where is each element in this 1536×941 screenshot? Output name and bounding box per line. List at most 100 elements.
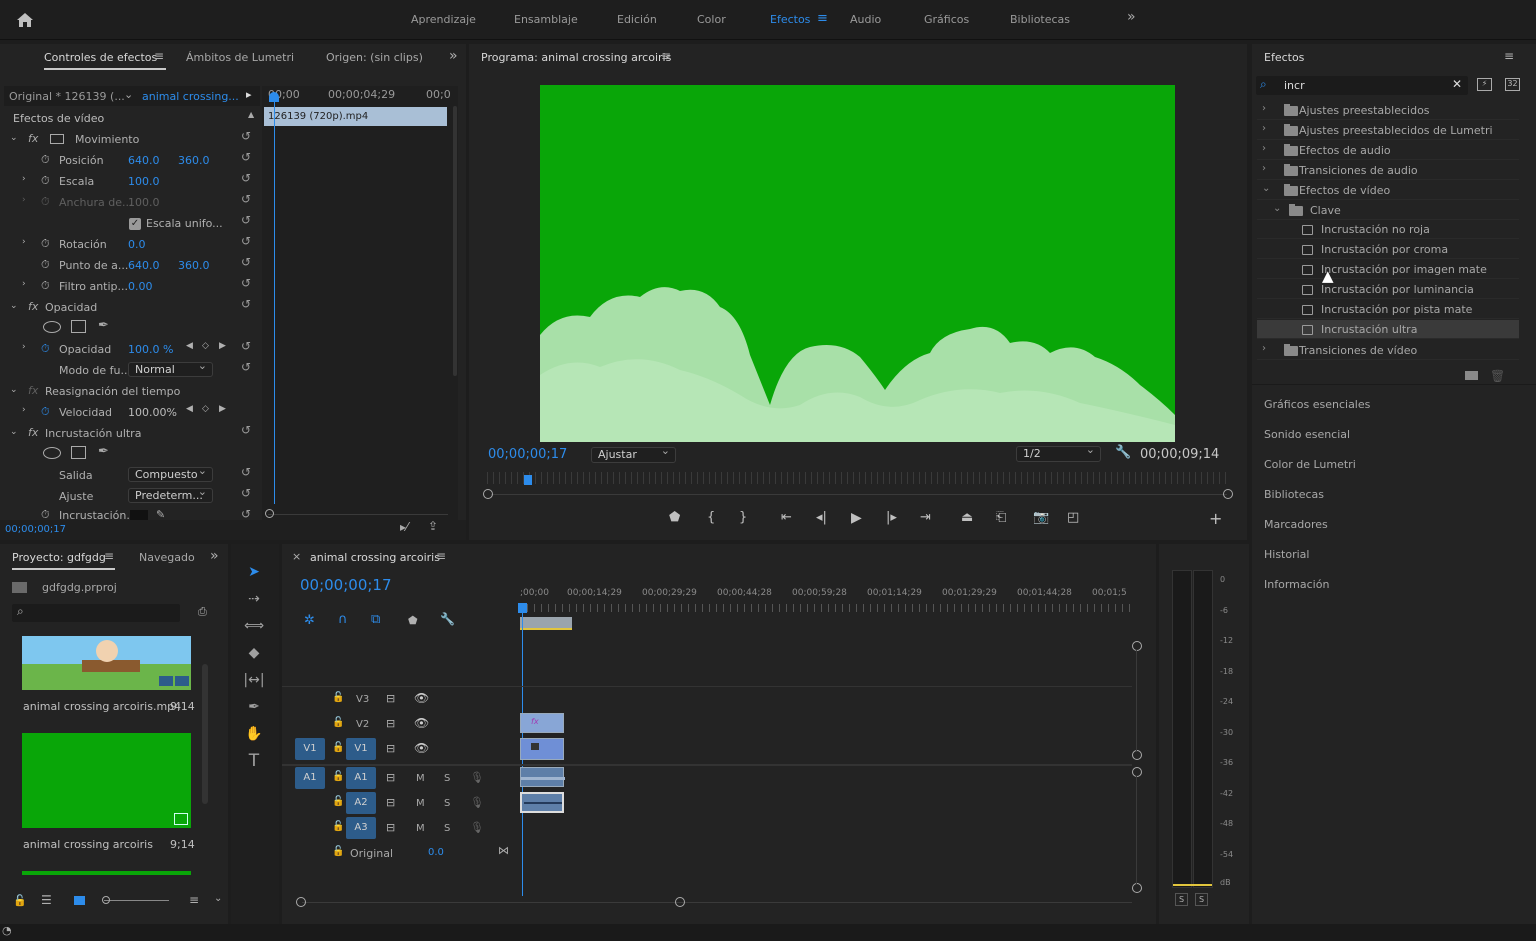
transform-icon[interactable]: [50, 134, 64, 144]
workspace-bibliotecas[interactable]: Bibliotecas: [1010, 13, 1070, 26]
chevron-down-icon[interactable]: ⌄: [214, 893, 222, 904]
step-back-icon[interactable]: ◂|: [816, 510, 827, 525]
vscroll-track[interactable]: [1136, 776, 1137, 884]
expand-chevron-icon[interactable]: ›: [22, 342, 26, 352]
reset-icon[interactable]: ↺: [241, 129, 251, 143]
filter-icon[interactable]: ▸⁄: [400, 520, 408, 534]
reset-icon[interactable]: ↺: [241, 234, 251, 248]
add-marker-icon[interactable]: ⬟: [408, 614, 418, 627]
close-icon[interactable]: ×: [292, 550, 301, 563]
pen-tool-icon[interactable]: ✒: [240, 695, 268, 719]
step-forward-icon[interactable]: |▸: [886, 510, 897, 525]
vscroll-handle[interactable]: [1132, 750, 1142, 760]
stopwatch-icon[interactable]: ⏱: [41, 174, 50, 188]
tree-item[interactable]: Incrustación por croma: [1257, 240, 1519, 259]
more-workspaces-icon[interactable]: »: [1127, 9, 1136, 25]
lock-icon[interactable]: 🔓: [332, 821, 344, 832]
solo-button[interactable]: S: [444, 798, 450, 809]
tree-item[interactable]: › Efectos de audio: [1257, 141, 1519, 160]
prev-keyframe-icon[interactable]: ◀: [186, 341, 193, 351]
sync-lock-icon[interactable]: ⊟: [386, 742, 395, 755]
tree-item[interactable]: Incrustación por luminancia: [1257, 280, 1519, 299]
export-icon[interactable]: ⇪: [428, 519, 438, 533]
expand-chevron-icon[interactable]: ⌄: [10, 301, 18, 311]
opacity-value[interactable]: 100.0 %: [128, 343, 173, 356]
tree-item[interactable]: Incrustación no roja: [1257, 220, 1519, 239]
tab-media-browser[interactable]: Navegado: [139, 551, 195, 564]
workspace-edicion[interactable]: Edición: [617, 13, 657, 26]
zoom-select[interactable]: Ajustar: [591, 444, 676, 463]
expand-chevron-icon[interactable]: ›: [22, 237, 26, 247]
mark-out-icon[interactable]: }: [739, 510, 747, 525]
zoom-handle-left[interactable]: [265, 509, 274, 518]
panel-essential-graphics[interactable]: Gráficos esenciales: [1264, 398, 1370, 411]
sync-lock-icon[interactable]: ⊟: [386, 717, 395, 730]
reset-icon[interactable]: ↺: [241, 465, 251, 479]
lift-icon[interactable]: ⏏: [961, 510, 973, 525]
project-search-box[interactable]: [12, 604, 180, 622]
lock-icon[interactable]: 🔓: [332, 796, 344, 807]
stopwatch-icon[interactable]: ⏱: [41, 279, 50, 293]
reset-icon[interactable]: ↺: [241, 255, 251, 269]
stopwatch-active-icon[interactable]: ⏱: [41, 342, 50, 356]
vscroll-handle[interactable]: [1132, 883, 1142, 893]
reset-icon[interactable]: ↺: [241, 192, 251, 206]
effects-title[interactable]: Efectos: [1264, 51, 1304, 64]
scale-value[interactable]: 100.0: [128, 175, 160, 188]
chevron-down-icon[interactable]: ⌄: [124, 88, 133, 101]
solo-left-button[interactable]: S: [1175, 893, 1188, 906]
go-to-in-icon[interactable]: ⇤: [781, 510, 792, 525]
more-panels-icon[interactable]: »: [210, 548, 219, 564]
reset-icon[interactable]: ↺: [241, 510, 251, 520]
playhead-timecode[interactable]: 00;00;00;17: [488, 447, 567, 462]
workspace-color[interactable]: Color: [697, 13, 726, 26]
reset-icon[interactable]: ↺: [241, 171, 251, 185]
panel-markers[interactable]: Marcadores: [1264, 518, 1328, 531]
razor-icon[interactable]: ◆: [240, 641, 268, 665]
play-only-audio-icon[interactable]: ▸: [246, 88, 252, 101]
add-keyframe-icon[interactable]: ◇: [202, 404, 209, 414]
clip-v1[interactable]: [520, 738, 564, 760]
lock-icon[interactable]: 🔓: [332, 846, 344, 857]
panel-menu-icon[interactable]: ≡: [154, 49, 164, 63]
fx-icon[interactable]: fx: [28, 300, 38, 313]
hand-tool-icon[interactable]: ✋: [240, 722, 268, 746]
expand-chevron-icon[interactable]: ⌄: [10, 427, 18, 437]
eyedropper-icon[interactable]: ✎: [156, 510, 165, 520]
clip-v2[interactable]: fx: [520, 713, 564, 733]
solo-button[interactable]: S: [444, 823, 450, 834]
tree-item[interactable]: Incrustación por pista mate: [1257, 300, 1519, 319]
type-tool-icon[interactable]: T: [240, 749, 268, 773]
workspace-efectos[interactable]: Efectos: [770, 13, 810, 26]
setting-select[interactable]: Predeterm...: [128, 485, 213, 503]
mute-button[interactable]: M: [416, 773, 425, 784]
anchor-y-value[interactable]: 360.0: [178, 259, 210, 272]
panel-libraries[interactable]: Bibliotecas: [1264, 488, 1324, 501]
stopwatch-icon[interactable]: ⏱: [41, 237, 50, 251]
panel-menu-icon[interactable]: ≡: [436, 549, 446, 563]
lock-icon[interactable]: 🔓: [332, 692, 344, 703]
expand-chevron-icon[interactable]: ›: [22, 405, 26, 415]
panel-menu-icon[interactable]: ≡: [1504, 49, 1514, 63]
timeline-ruler[interactable]: [520, 604, 1132, 612]
expand-chevron-icon[interactable]: ⌄: [10, 385, 18, 395]
sequence-tab[interactable]: animal crossing arcoiris: [310, 551, 440, 564]
scrollbar[interactable]: [202, 664, 208, 804]
hscroll-handle-right[interactable]: [675, 897, 685, 907]
track-select-icon[interactable]: ⇢: [240, 587, 268, 611]
selection-tool-icon[interactable]: ➤: [240, 560, 268, 584]
hscroll-handle-left[interactable]: [296, 897, 306, 907]
timeline-playhead-handle[interactable]: [518, 603, 527, 613]
vscroll-handle[interactable]: [1132, 641, 1142, 651]
status-icon[interactable]: ◔: [2, 924, 12, 937]
master-volume[interactable]: 0.0: [428, 847, 444, 858]
clip-a1[interactable]: [520, 767, 565, 787]
solo-right-button[interactable]: S: [1195, 893, 1208, 906]
rotation-value[interactable]: 0.0: [128, 238, 146, 251]
accelerated-effects-icon[interactable]: ⚡: [1477, 78, 1492, 91]
blend-mode-select[interactable]: Normal: [128, 359, 213, 377]
stopwatch-icon[interactable]: ⏱: [41, 258, 50, 272]
fx-icon[interactable]: fx: [28, 132, 38, 145]
nest-icon[interactable]: ✲: [304, 613, 315, 628]
stopwatch-icon[interactable]: ⏱: [41, 153, 50, 167]
